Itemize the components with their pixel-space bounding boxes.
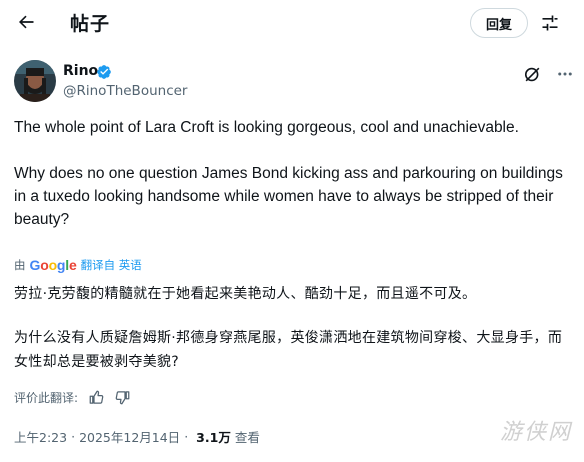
views-count: 3.1万 xyxy=(196,429,231,445)
more-button[interactable] xyxy=(553,62,577,86)
translated-by-label: 由 xyxy=(14,258,26,272)
post-page: 帖子 回复 Rino @RinoTheBouncer The whole poi… xyxy=(0,0,584,462)
post-meta: 上午2:23 · 2025年12月14日 · 3.1万 查看 xyxy=(14,426,260,446)
translated-by: 由 Google 翻译自 英语 xyxy=(14,256,142,274)
thumbs-down-icon xyxy=(115,390,129,404)
author-handle[interactable]: @RinoTheBouncer xyxy=(63,83,187,99)
adjust-button[interactable] xyxy=(538,11,562,35)
tweet-text: The whole point of Lara Croft is looking… xyxy=(14,116,570,231)
translate-source-link[interactable]: 翻译自 英语 xyxy=(81,257,142,273)
author-name[interactable]: Rino xyxy=(63,63,98,79)
views-label: 查看 xyxy=(234,429,260,445)
header: 帖子 回复 xyxy=(0,0,584,50)
adjust-icon xyxy=(542,15,558,31)
back-button[interactable] xyxy=(12,8,40,36)
google-logo: Google xyxy=(29,257,77,273)
tweet-paragraph: The whole point of Lara Croft is looking… xyxy=(14,119,519,136)
watermark: 游侠网 xyxy=(500,420,573,445)
post-date[interactable]: 2025年12月14日 xyxy=(79,427,180,446)
rate-translation-label: 评价此翻译: xyxy=(14,390,79,405)
meta-separator: · xyxy=(184,428,189,444)
post-time[interactable]: 上午2:23 xyxy=(14,427,67,446)
back-arrow-icon xyxy=(19,15,34,29)
meta-separator: · xyxy=(71,428,76,444)
grok-button[interactable] xyxy=(520,62,544,86)
tweet-paragraph: Why does no one question James Bond kick… xyxy=(14,165,563,228)
reply-button[interactable]: 回复 xyxy=(470,8,528,38)
translated-text: 劳拉·克劳馥的精髓就在于她看起来美艳动人、酷劲十足，而且遥不可及。 为什么没有人… xyxy=(14,282,574,374)
grok-icon xyxy=(524,67,539,81)
translated-paragraph: 为什么没有人质疑詹姆斯·邦德身穿燕尾服，英俊潇洒地在建筑物间穿梭、大显身手，而女… xyxy=(14,330,563,370)
verified-badge-icon xyxy=(97,65,111,79)
thumbs-up-button[interactable] xyxy=(88,389,104,405)
thumbs-down-button[interactable] xyxy=(114,389,130,405)
avatar[interactable] xyxy=(14,60,56,102)
rate-translation: 评价此翻译: xyxy=(14,388,130,406)
page-title: 帖子 xyxy=(70,13,111,35)
more-icon xyxy=(558,72,572,76)
translated-paragraph: 劳拉·克劳馥的精髓就在于她看起来美艳动人、酷劲十足，而且遥不可及。 xyxy=(14,286,477,302)
thumbs-up-icon xyxy=(89,390,103,404)
